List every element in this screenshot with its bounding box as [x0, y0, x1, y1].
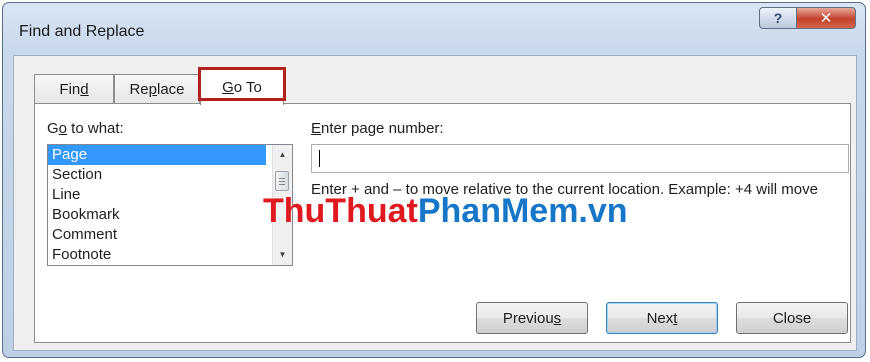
- scroll-up-icon[interactable]: ▲: [273, 145, 292, 163]
- tab-replace[interactable]: Re p lace: [114, 74, 200, 104]
- tab-find-accesskey: d: [80, 81, 89, 98]
- grip-line: [279, 180, 285, 182]
- page-number-input[interactable]: [311, 144, 849, 173]
- dialog-client-area: Fin d Re p lace Go To Go to what: Page Sect…: [13, 55, 857, 351]
- list-item-comment[interactable]: Comment: [48, 225, 266, 245]
- help-icon: ?: [773, 10, 783, 26]
- next-button-label: Nex: [646, 309, 674, 327]
- list-item-footnote[interactable]: Footnote: [48, 245, 266, 265]
- goto-what-label-end: to what:: [67, 120, 124, 137]
- tab-find-label: Fin: [59, 81, 81, 98]
- tab-goto-accesskey: G: [222, 78, 234, 96]
- text-caret: [319, 150, 320, 167]
- tab-replace-label-start: Re: [129, 81, 149, 98]
- page-number-accesskey: E: [311, 120, 322, 137]
- close-button[interactable]: Close: [736, 302, 848, 334]
- goto-what-label: Go to what:: [47, 120, 124, 137]
- grip-line: [279, 183, 285, 185]
- watermark-part-red: ThuThuat: [263, 192, 418, 230]
- tab-goto-label: o To: [233, 78, 262, 96]
- goto-panel: Go to what: Page Section Line Bookmark C…: [34, 103, 851, 343]
- next-button-accesskey: t: [673, 309, 678, 327]
- previous-button-label: Previou: [502, 309, 554, 327]
- tab-find[interactable]: Fin d: [34, 74, 114, 104]
- tab-replace-label-end: lace: [157, 81, 185, 98]
- goto-what-label-start: G: [47, 120, 59, 137]
- window-close-button[interactable]: ✕: [796, 7, 856, 29]
- help-button[interactable]: ?: [759, 7, 797, 29]
- list-item-page[interactable]: Page: [48, 145, 266, 165]
- previous-button-accesskey: s: [553, 309, 562, 327]
- window-title: Find and Replace: [19, 23, 145, 40]
- watermark-part-blue: PhanMem.vn: [417, 192, 628, 230]
- close-icon: ✕: [819, 10, 833, 27]
- goto-what-list[interactable]: Page Section Line Bookmark Comment Footn…: [47, 144, 293, 266]
- goto-what-accesskey: o: [58, 120, 68, 137]
- watermark-logo: ThuThuatPhanMem.vn: [263, 192, 628, 231]
- scroll-thumb[interactable]: [275, 171, 289, 191]
- next-button[interactable]: Nex t: [606, 302, 718, 334]
- title-bar[interactable]: Find and Replace ? ✕: [3, 3, 865, 55]
- scroll-down-icon[interactable]: ▼: [273, 245, 292, 263]
- close-button-label: Close: [772, 309, 812, 327]
- tab-goto[interactable]: Go To: [200, 68, 284, 105]
- find-replace-dialog: Find and Replace ? ✕ Fin d Re p lace Go To …: [2, 2, 866, 358]
- page-number-label-text: nter page number:: [321, 120, 444, 137]
- list-item-section[interactable]: Section: [48, 165, 266, 185]
- previous-button[interactable]: Previou s: [476, 302, 588, 334]
- tab-replace-accesskey: p: [148, 81, 157, 98]
- list-item-bookmark[interactable]: Bookmark: [48, 205, 266, 225]
- grip-line: [279, 177, 285, 179]
- page-number-label: Enter page number:: [311, 120, 444, 137]
- list-item-line[interactable]: Line: [48, 185, 266, 205]
